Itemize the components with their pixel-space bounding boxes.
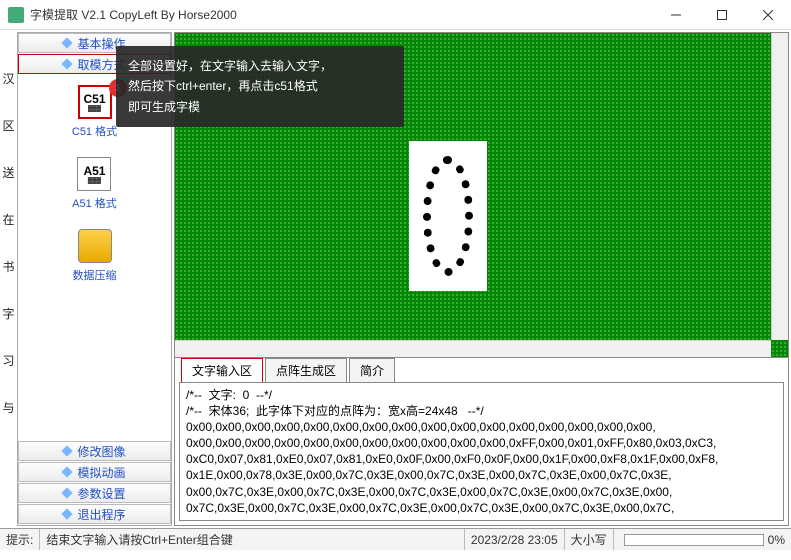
sidebar-item-label: 参数设置 — [77, 485, 125, 502]
instruction-tooltip: 全部设置好，在文字输入去输入文字， 然后按下ctrl+enter，再点击c51格… — [116, 46, 404, 127]
app-icon — [8, 7, 24, 23]
progress-bar — [624, 534, 764, 546]
status-bar: 提示: 结束文字输入请按Ctrl+Enter组合键 2023/2/28 23:0… — [0, 528, 791, 550]
window-title: 字模提取 V2.1 CopyLeft By Horse2000 — [30, 6, 653, 23]
diamond-icon — [62, 58, 73, 69]
status-hint-label: 提示: — [0, 529, 40, 550]
tool-label: 数据压缩 — [73, 267, 117, 283]
edge-char: 送 — [2, 164, 14, 181]
status-caps: 大小写 — [565, 529, 614, 550]
edge-char: 与 — [2, 399, 14, 416]
diamond-icon — [62, 508, 73, 519]
tab-label: 点阵生成区 — [276, 364, 336, 378]
sidebar-body: C51▓▓▓ 1 C51 格式 A51▓▓▓ A51 格式 数据压缩 — [18, 75, 171, 441]
tab-label: 简介 — [360, 364, 384, 378]
tab-input[interactable]: 文字输入区 — [181, 358, 263, 383]
c51-icon: C51▓▓▓ — [78, 85, 112, 119]
tab-generate[interactable]: 点阵生成区 — [265, 358, 347, 382]
tab-bar: 文字输入区 点阵生成区 简介 — [175, 358, 788, 382]
lower-panel: 文字输入区 点阵生成区 简介 /*-- 文字: 0 --*/ /*-- 宋体36… — [174, 358, 789, 527]
diamond-icon — [62, 445, 73, 456]
minimize-button[interactable] — [653, 0, 699, 30]
glyph-preview — [409, 141, 487, 291]
sidebar-item-exit[interactable]: 退出程序 — [18, 504, 171, 524]
sidebar-item-label: 修改图像 — [77, 443, 125, 460]
tab-about[interactable]: 简介 — [349, 358, 395, 382]
sidebar-item-anim[interactable]: 模拟动画 — [18, 462, 171, 482]
sidebar-item-label: 退出程序 — [77, 506, 125, 523]
diamond-icon — [62, 487, 73, 498]
status-time: 2023/2/28 23:05 — [465, 529, 565, 550]
tool-a51[interactable]: A51▓▓▓ A51 格式 — [72, 157, 117, 211]
scrollbar-vertical[interactable] — [771, 33, 788, 340]
output-textarea[interactable]: /*-- 文字: 0 --*/ /*-- 宋体36; 此字体下对应的点阵为：宽x… — [179, 382, 784, 522]
diamond-icon — [62, 466, 73, 477]
tool-label: C51 格式 — [72, 123, 117, 139]
tool-c51[interactable]: C51▓▓▓ 1 C51 格式 — [72, 85, 117, 139]
sidebar-item-label: 模拟动画 — [77, 464, 125, 481]
edge-char: 字 — [2, 305, 14, 322]
titlebar: 字模提取 V2.1 CopyLeft By Horse2000 — [0, 0, 791, 30]
status-message: 结束文字输入请按Ctrl+Enter组合键 — [40, 529, 465, 550]
edge-char: 汉 — [2, 70, 14, 87]
edge-char: 书 — [2, 258, 14, 275]
tool-label: A51 格式 — [72, 195, 117, 211]
a51-icon: A51▓▓▓ — [77, 157, 111, 191]
status-progress-wrap: 0% — [614, 529, 791, 550]
sidebar-item-param[interactable]: 参数设置 — [18, 483, 171, 503]
edge-char: 区 — [2, 117, 14, 134]
sidebar-bottom: 修改图像 模拟动画 参数设置 退出程序 — [18, 441, 171, 525]
edge-char: 在 — [2, 211, 14, 228]
left-edge-strip: 汉 区 送 在 书 字 习 与 — [0, 30, 17, 528]
compress-icon — [78, 229, 112, 263]
sidebar-item-edit[interactable]: 修改图像 — [18, 441, 171, 461]
tooltip-line: 即可生成字模 — [128, 97, 392, 117]
scrollbar-horizontal[interactable] — [175, 340, 771, 357]
close-button[interactable] — [745, 0, 791, 30]
maximize-button[interactable] — [699, 0, 745, 30]
tab-label: 文字输入区 — [192, 364, 252, 378]
progress-percent: 0% — [768, 533, 785, 547]
tooltip-line: 全部设置好，在文字输入去输入文字， — [128, 56, 392, 76]
diamond-icon — [62, 37, 73, 48]
tool-compress[interactable]: 数据压缩 — [73, 229, 117, 283]
tooltip-line: 然后按下ctrl+enter，再点击c51格式 — [128, 76, 392, 96]
edge-char: 习 — [2, 352, 14, 369]
